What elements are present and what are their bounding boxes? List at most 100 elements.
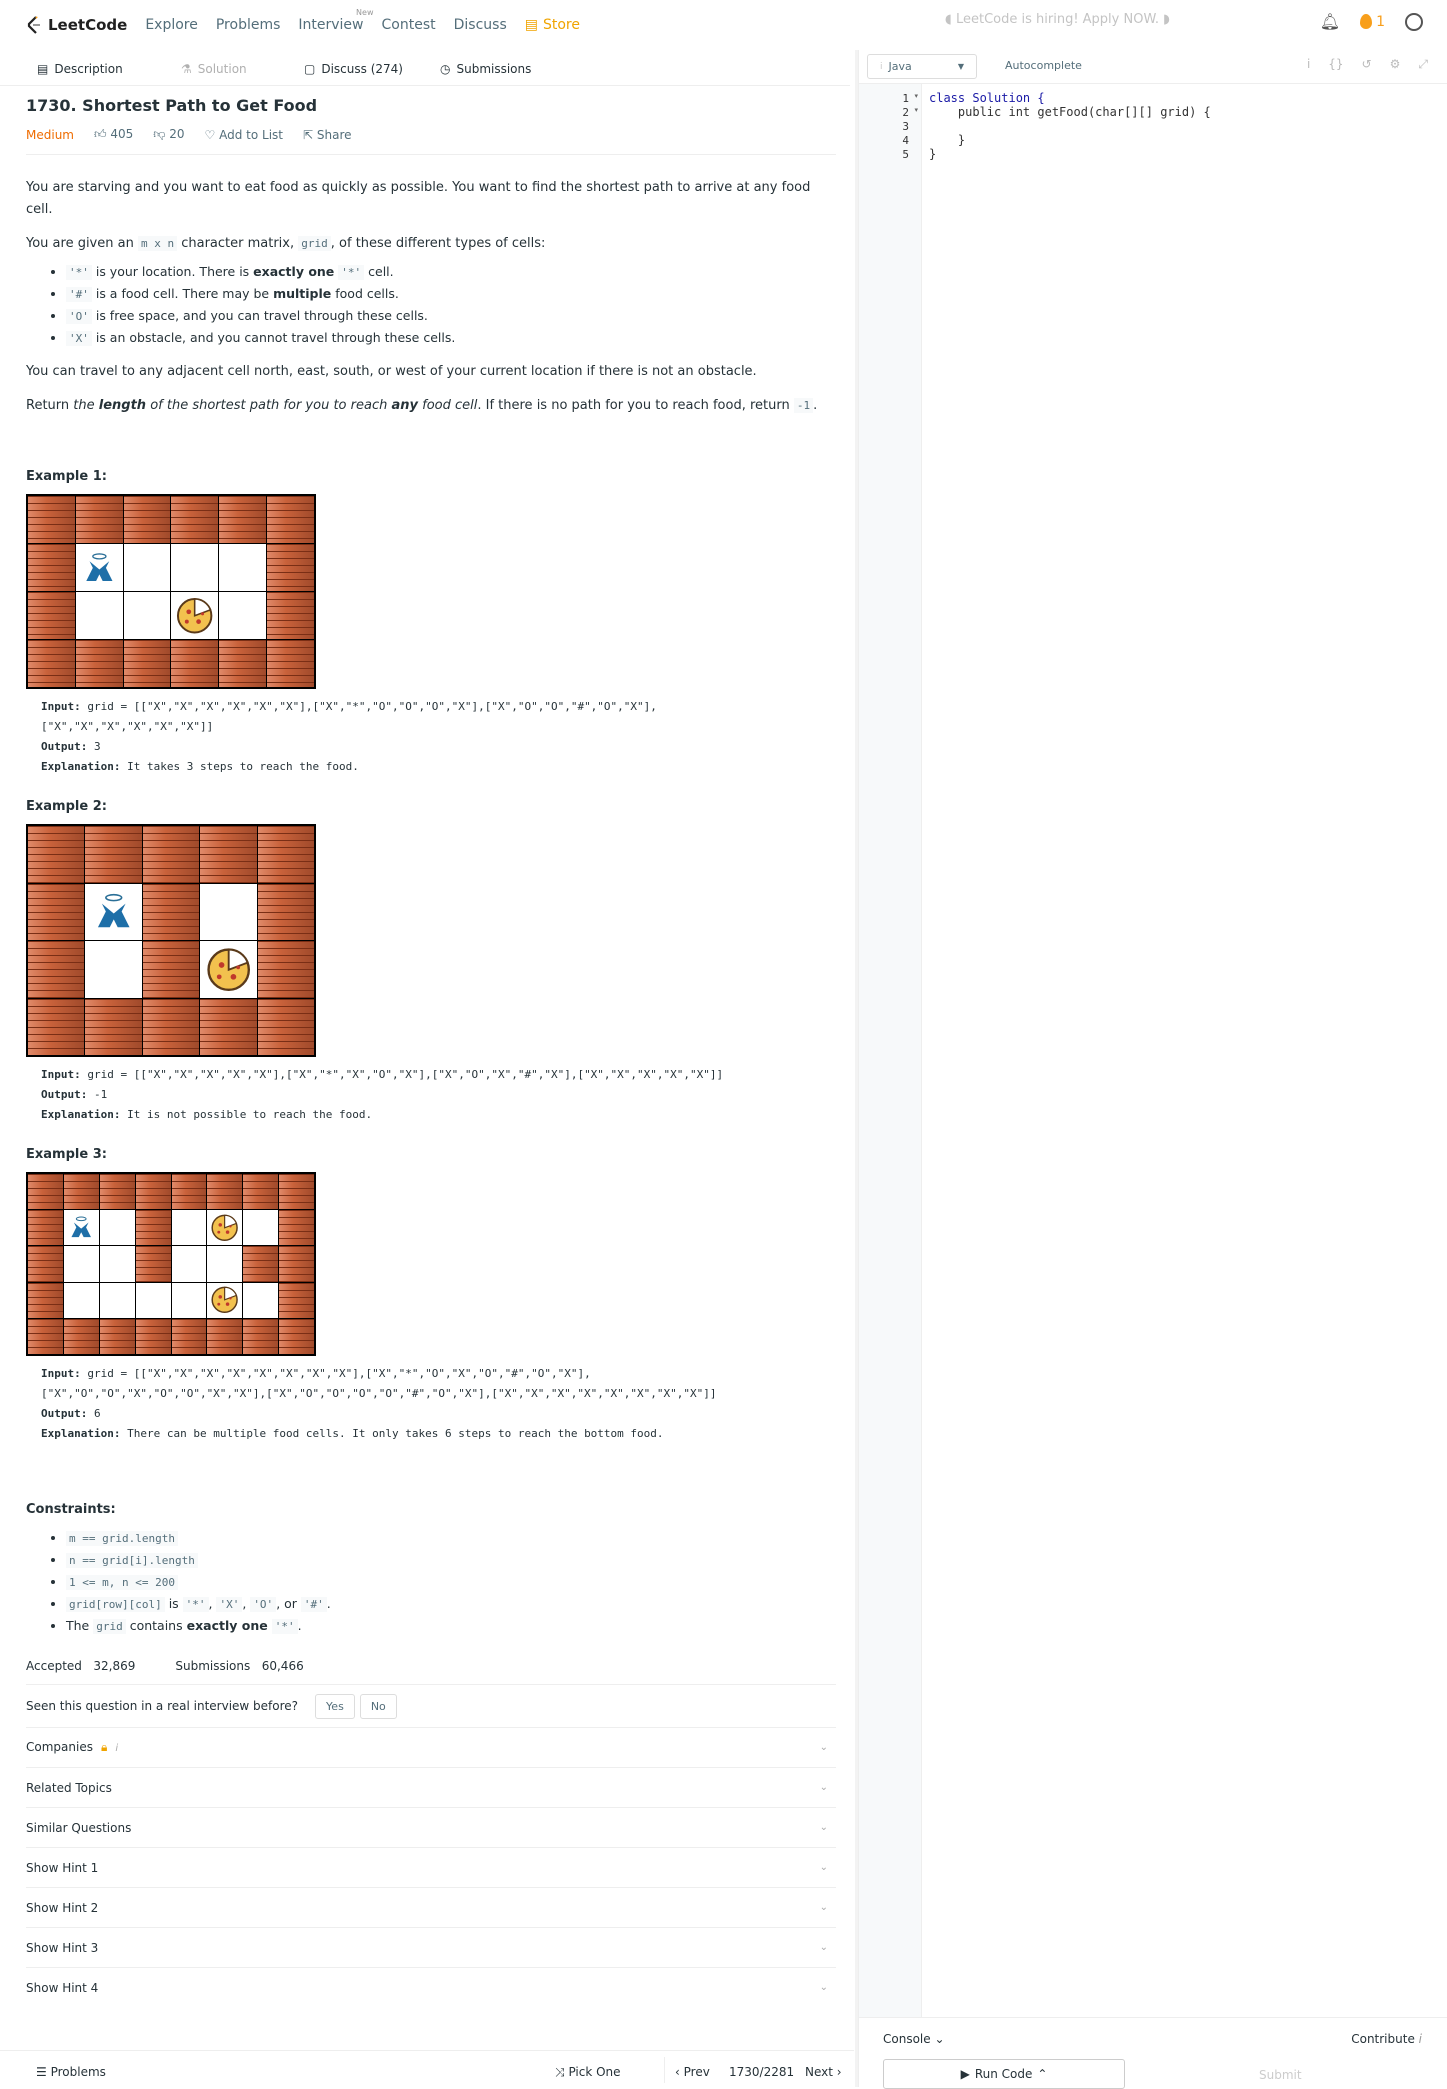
explanation-label: Explanation:	[41, 1427, 121, 1440]
code: n == grid[i].length	[66, 1553, 198, 1568]
wall-cell	[279, 1210, 314, 1246]
braces-icon[interactable]: {}	[1328, 57, 1343, 72]
explanation-value: It takes 3 steps to reach the food.	[120, 760, 359, 773]
autocomplete-toggle[interactable]: Autocomplete	[1005, 59, 1082, 72]
section-related-topics[interactable]: Related Topics ⌄	[26, 1767, 836, 1807]
nav-discuss[interactable]: Discuss	[454, 17, 507, 33]
text: , or	[276, 1596, 301, 1611]
food-cell	[207, 1282, 243, 1318]
clock-icon: ◷	[440, 62, 451, 76]
add-to-list-button[interactable]: ♡ Add to List	[205, 128, 283, 142]
info-icon[interactable]: i	[1307, 57, 1310, 72]
tab-discuss[interactable]: ▢ Discuss (274)	[304, 62, 403, 76]
wall-cell	[28, 1210, 63, 1246]
code-area[interactable]: class Solution { public int getFood(char…	[859, 84, 1447, 2064]
section-companies[interactable]: Companies 🔒︎ i ⌄	[26, 1727, 836, 1767]
streak[interactable]: 1	[1360, 14, 1385, 30]
input-label: Input:	[41, 1367, 81, 1380]
wall-cell	[99, 1174, 135, 1210]
console-toggle[interactable]: Console ⌄	[883, 2032, 945, 2046]
text: cell.	[364, 264, 394, 279]
code: '*'	[182, 1597, 209, 1612]
wall-cell	[142, 826, 200, 883]
nav-store[interactable]: ▤ Store	[525, 17, 580, 33]
avatar-icon[interactable]	[1405, 12, 1423, 31]
wall-cell	[28, 1282, 63, 1318]
no-button[interactable]: No	[359, 1693, 397, 1719]
input-value: grid = [["X","X","X","X","X","X","X","X"…	[41, 1367, 717, 1400]
reset-icon[interactable]: ↺	[1362, 57, 1372, 72]
settings-icon[interactable]: ⚙	[1390, 57, 1401, 72]
next-button[interactable]: Next ›	[805, 2065, 842, 2079]
wall-cell	[135, 1174, 171, 1210]
code-line: public int getFood(char[][] grid) {	[929, 105, 1211, 119]
code: 1 <= m, n <= 200	[66, 1575, 178, 1590]
wall-cell	[28, 640, 75, 687]
wall-cell	[279, 1174, 314, 1210]
language-select[interactable]: i Java ▼	[867, 54, 977, 79]
add-to-list-label: Add to List	[219, 127, 283, 142]
like-button[interactable]: 👍︎ 405	[94, 127, 133, 142]
run-code-button[interactable]: ▶ Run Code ⌃	[883, 2059, 1125, 2089]
dislike-button[interactable]: 👎︎ 20	[153, 127, 184, 142]
logo[interactable]: LeetCode	[26, 16, 127, 34]
section-label: Show Hint 1	[26, 1860, 99, 1875]
wall-cell	[279, 1282, 314, 1318]
likes-count: 405	[110, 127, 134, 141]
explanation-value: It is not possible to reach the food.	[120, 1108, 373, 1121]
wall-cell	[257, 941, 314, 998]
explanation-label: Explanation:	[41, 760, 121, 773]
accepted-value: 32,869	[93, 1659, 136, 1673]
list-item: '#' is a food cell. There may be multipl…	[66, 283, 836, 305]
paragraph-2: You are given an m x n character matrix,…	[26, 233, 836, 255]
section-show-hint-4[interactable]: Show Hint 4 ⌄	[26, 1967, 836, 2007]
share-button[interactable]: ⇱ Share	[303, 128, 352, 142]
bold-text: exactly one	[186, 1618, 268, 1633]
nav-problems[interactable]: Problems	[216, 17, 281, 33]
tab-solution[interactable]: ⚗ Solution	[181, 62, 247, 76]
hiring-banner[interactable]: ◖ LeetCode is hiring! Apply NOW. ◗	[945, 12, 1170, 27]
text: The	[66, 1618, 94, 1633]
page-counter[interactable]: 1730/2281	[729, 2065, 794, 2079]
wall-cell	[200, 826, 257, 883]
accepted-stat: Accepted 32,869	[26, 1659, 135, 1673]
next-label: Next	[805, 2065, 833, 2079]
section-label: Show Hint 4	[26, 1980, 99, 1995]
yes-button[interactable]: Yes	[315, 1693, 355, 1719]
section-show-hint-1[interactable]: Show Hint 1 ⌄	[26, 1847, 836, 1887]
contribute-link[interactable]: Contribute i	[1351, 2032, 1422, 2046]
code-line: }	[929, 133, 966, 147]
empty-cell	[200, 883, 257, 940]
wall-cell	[63, 1318, 99, 1354]
section-similar-questions[interactable]: Similar Questions ⌄	[26, 1807, 836, 1847]
nav-explore[interactable]: Explore	[145, 17, 198, 33]
p2-text-a: You are given an	[26, 236, 138, 251]
empty-cell	[85, 941, 142, 998]
hiring-text: LeetCode is hiring! Apply NOW.	[955, 12, 1159, 27]
submit-button[interactable]: Submit	[1259, 2068, 1302, 2082]
cell-types-list: '*' is your location. There is exactly o…	[66, 261, 836, 349]
prev-label: Prev	[683, 2065, 710, 2079]
bell-icon[interactable]: 🔔︎	[1320, 12, 1340, 31]
info-icon: i	[880, 61, 883, 72]
list-item: m == grid.length	[66, 1527, 836, 1549]
nav-interview[interactable]: Interview New	[298, 8, 373, 33]
text: .	[326, 1596, 331, 1611]
wall-cell	[200, 998, 257, 1055]
chevron-down-icon: ⌄	[819, 1862, 828, 1873]
explanation-label: Explanation:	[41, 1108, 121, 1121]
tab-description-label: Description	[54, 62, 123, 76]
section-show-hint-3[interactable]: Show Hint 3 ⌄	[26, 1927, 836, 1967]
problems-list-button[interactable]: ☰ Problems	[36, 2065, 106, 2079]
tab-submissions[interactable]: ◷ Submissions	[440, 62, 531, 76]
wall-cell	[219, 640, 267, 687]
section-label: Show Hint 2	[26, 1900, 99, 1915]
problem-tabs: ▤ Description ⚗ Solution ▢ Discuss (274) ◷ S…	[0, 56, 850, 86]
code: -1	[793, 398, 814, 413]
fullscreen-icon[interactable]: ⤢	[1418, 57, 1428, 72]
section-show-hint-2[interactable]: Show Hint 2 ⌄	[26, 1887, 836, 1927]
nav-contest[interactable]: Contest	[382, 17, 436, 33]
tab-description[interactable]: ▤ Description	[37, 62, 123, 76]
prev-button[interactable]: ‹ Prev	[675, 2065, 710, 2079]
pick-one-button[interactable]: ⤨ Pick One	[555, 2065, 621, 2080]
